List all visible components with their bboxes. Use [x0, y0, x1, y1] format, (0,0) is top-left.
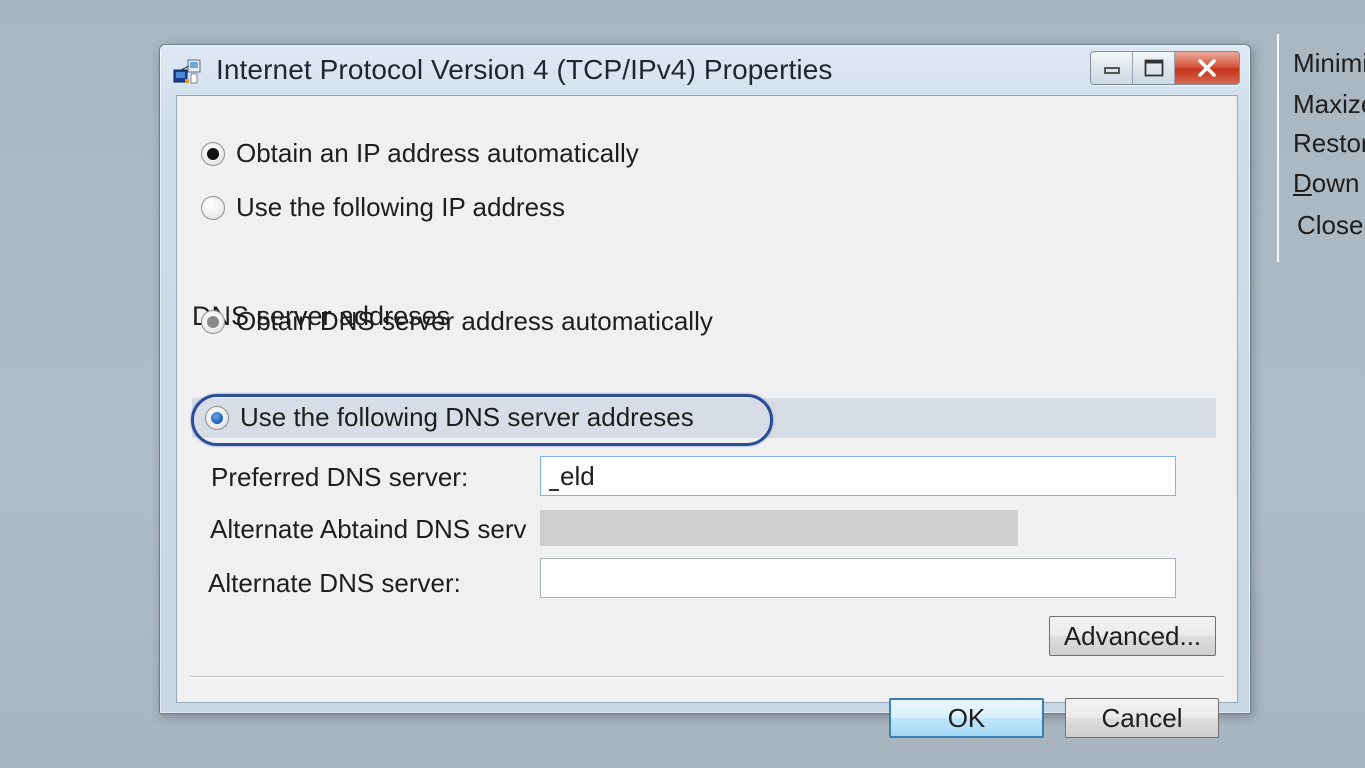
window-title: Internet Protocol Version 4 (TCP/IPv4) P…: [216, 54, 833, 85]
title-bar[interactable]: Internet Protocol Version 4 (TCP/IPv4) P…: [160, 45, 1250, 95]
dns-auto-label: Obtain DNS server address automatically: [236, 306, 713, 336]
maximize-button[interactable]: [1133, 52, 1175, 84]
ip-manual-label: Use the following IP address: [236, 192, 566, 222]
ipv4-properties-dialog: Internet Protocol Version 4 (TCP/IPv4) P…: [159, 44, 1251, 738]
menu-item-restore[interactable]: Restor: [1293, 128, 1365, 159]
minimize-icon: [1103, 62, 1120, 74]
menu-item-close[interactable]: Close: [1297, 210, 1363, 241]
menu-item-minimize[interactable]: Minimi: [1293, 48, 1365, 79]
preferred-dns-value: eld: [560, 461, 595, 491]
preferred-dns-label: Preferred DNS server:: [211, 462, 469, 492]
dns-manual-label: Use the following DNS server addreses: [240, 402, 694, 432]
minimize-button[interactable]: [1091, 52, 1133, 84]
caption-buttons: [1090, 51, 1240, 85]
alternate-dns-input[interactable]: [540, 558, 1176, 598]
alternate-obtained-dns-field: [540, 510, 1018, 546]
window-context-menu: Minimi Maxize Restor Down Close: [1277, 34, 1365, 262]
ip-manual-option[interactable]: Use the following IP address: [201, 192, 565, 223]
ip-manual-radio[interactable]: [201, 195, 225, 220]
text-caret: [549, 489, 559, 491]
ok-button[interactable]: OK: [889, 698, 1044, 738]
dns-auto-option[interactable]: Obtain DNS server address automatically: [201, 306, 713, 337]
ip-auto-label: Obtain an IP address automatically: [236, 138, 639, 168]
menu-item-down[interactable]: Down: [1293, 168, 1359, 199]
cancel-button[interactable]: Cancel: [1065, 698, 1219, 738]
dns-manual-option[interactable]: Use the following DNS server addreses: [205, 402, 694, 433]
preferred-dns-input[interactable]: eld: [540, 456, 1176, 496]
menu-item-maximize[interactable]: Maxize: [1293, 89, 1365, 120]
close-button[interactable]: [1175, 52, 1239, 84]
dialog-body: Obtain an IP address automatically Use t…: [176, 95, 1238, 738]
ip-auto-option[interactable]: Obtain an IP address automatically: [201, 138, 639, 169]
ip-auto-radio[interactable]: [201, 141, 225, 166]
alternate-obtained-dns-label: Alternate Abtaind DNS serv: [210, 514, 527, 544]
network-adapter-icon: [173, 57, 203, 85]
maximize-icon: [1144, 59, 1164, 77]
dns-auto-radio[interactable]: [201, 309, 225, 334]
close-icon: [1196, 59, 1218, 77]
advanced-button[interactable]: Advanced...: [1049, 616, 1216, 656]
dns-manual-radio[interactable]: [205, 405, 229, 430]
alternate-dns-label: Alternate DNS server:: [208, 568, 461, 598]
button-separator: [190, 676, 1225, 678]
